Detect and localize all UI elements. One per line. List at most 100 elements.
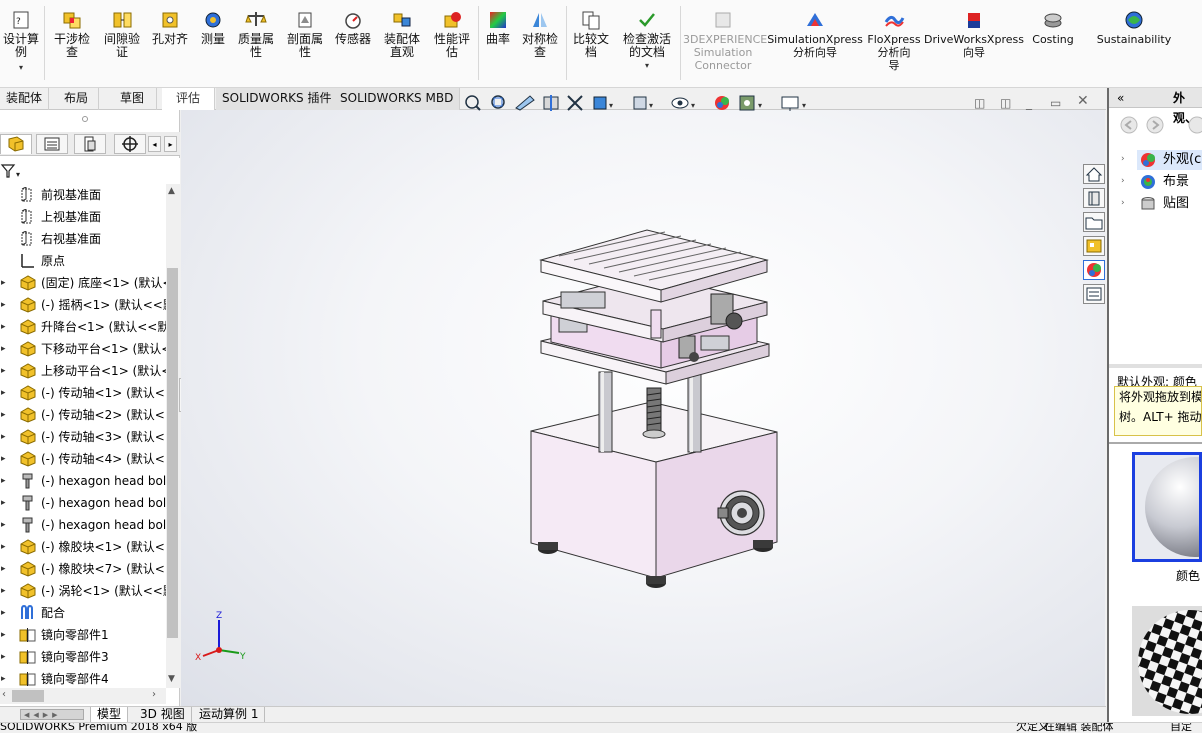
tab-property-manager[interactable] <box>36 134 68 154</box>
scroll-left-arrow-icon[interactable]: ‹ <box>2 689 6 700</box>
tab-feature-tree[interactable] <box>0 134 32 154</box>
tab-configuration-manager[interactable] <box>74 134 106 154</box>
tree-item[interactable]: 原点 <box>0 250 166 272</box>
tree-item[interactable]: ▸ (-) 传动轴<4> (默认<< <box>0 448 166 470</box>
custom-properties-tab[interactable] <box>1083 284 1105 304</box>
hide-show-items-icon[interactable]: ▾ <box>671 97 695 110</box>
section-properties-button[interactable]: 剖面属 性 <box>282 10 328 59</box>
back-nav-icon[interactable] <box>1120 116 1138 134</box>
expand-arrow-icon[interactable]: ▸ <box>1 470 11 492</box>
tree-item[interactable]: 前视基准面 <box>0 184 166 206</box>
tree-item[interactable]: ▸ (-) 传动轴<3> (默认<< <box>0 426 166 448</box>
tree-item[interactable]: ▸ (-) 橡胶块<7> (默认<< <box>0 558 166 580</box>
tree-item[interactable]: ▸ 镜向零部件3 <box>0 646 166 668</box>
tree-item[interactable]: 右视基准面 <box>0 228 166 250</box>
tab-navigation-arrows[interactable]: ◀◀▶▶ <box>20 709 84 720</box>
design-study-button[interactable]: ? 设计算 例 ▾ <box>0 10 42 74</box>
tree-item[interactable]: ▸ (-) hexagon head bolt <box>0 470 166 492</box>
tab-solidworks-addins[interactable]: SOLIDWORKS 插件 <box>216 88 339 110</box>
previous-view-icon[interactable] <box>515 95 535 111</box>
performance-evaluation-button[interactable]: 性能评 估 <box>428 10 476 59</box>
tree-item[interactable]: ▸ (-) hexagon head bolt <box>0 492 166 514</box>
hole-alignment-button[interactable]: 孔对齐 <box>148 10 192 46</box>
solidworks-resources-tab[interactable] <box>1083 164 1105 184</box>
measure-button[interactable]: 测量 <box>194 10 232 46</box>
pane-splitter[interactable] <box>1109 364 1202 368</box>
collapse-pane-icon[interactable]: « <box>1117 88 1124 108</box>
tab-sketch[interactable]: 草图 <box>108 88 158 110</box>
expand-arrow-icon[interactable]: ▸ <box>1 448 11 470</box>
curvature-button[interactable]: 曲率 <box>481 10 515 46</box>
design-library-tab[interactable] <box>1083 188 1105 208</box>
tree-item-decals[interactable]: 贴图 <box>1163 194 1189 214</box>
filter-icon[interactable]: ▾ <box>0 162 24 182</box>
view-settings-icon[interactable]: ▾ <box>781 96 806 111</box>
driveworksxpress-button[interactable]: DriveWorksXpress 向导 <box>924 10 1024 59</box>
expand-arrow-icon[interactable]: ▸ <box>1 514 11 536</box>
status-custom-units[interactable]: 自定 <box>1170 723 1192 733</box>
expand-arrow-icon[interactable]: › <box>1121 154 1125 164</box>
panel-grip-icon[interactable] <box>82 116 88 122</box>
expand-arrow-icon[interactable]: ▸ <box>1 492 11 514</box>
expand-arrow-icon[interactable]: › <box>1121 176 1125 186</box>
assemblyxpert-button[interactable]: 装配体 直观 <box>378 10 426 59</box>
display-style-icon[interactable]: ▾ <box>633 96 653 110</box>
tree-item[interactable]: ▸ (-) 传动轴<2> (默认<< <box>0 404 166 426</box>
assembly-model[interactable]: Z Y X <box>181 110 1105 706</box>
expand-arrow-icon[interactable]: ▸ <box>1 580 11 602</box>
maximize-document-icon[interactable]: ▭ <box>1050 96 1061 110</box>
expand-arrow-icon[interactable]: ▸ <box>1 624 11 646</box>
checker-swatch[interactable] <box>1132 606 1202 716</box>
view-orientation-icon[interactable]: ▾ <box>593 96 613 110</box>
tree-item[interactable]: ▸ 镜向零部件1 <box>0 624 166 646</box>
tree-item-scenes[interactable]: 布景 <box>1163 172 1189 192</box>
mass-properties-button[interactable]: 质量属 性 <box>232 10 280 59</box>
tree-item[interactable]: ▸ 镜向零部件4 <box>0 668 166 688</box>
tree-vertical-scroll-thumb[interactable] <box>167 268 178 638</box>
expand-arrow-icon[interactable]: ▸ <box>1 338 11 360</box>
tree-horizontal-scroll-thumb[interactable] <box>12 690 44 702</box>
expand-arrow-icon[interactable]: ▸ <box>1 668 11 688</box>
tree-item[interactable]: ▸ (-) 摇柄<1> (默认<<默 <box>0 294 166 316</box>
interference-check-button[interactable]: 干涉检 查 <box>48 10 96 59</box>
check-active-document-button[interactable]: 检查激活 的文档 ▾ <box>616 10 678 72</box>
restore-viewport-right-icon[interactable]: ◫ <box>1000 96 1011 110</box>
graphics-area[interactable]: Z Y X <box>181 110 1105 706</box>
tree-item[interactable]: ▸ (-) 橡胶块<1> (默认<< <box>0 536 166 558</box>
minimize-document-icon[interactable]: _ <box>1026 96 1032 110</box>
floxpress-button[interactable]: FloXpress 分析向 导 <box>864 10 924 72</box>
expand-arrow-icon[interactable]: › <box>1121 198 1125 208</box>
sustainability-button[interactable]: Sustainability <box>1092 10 1176 46</box>
expand-arrow-icon[interactable]: ▸ <box>1 536 11 558</box>
apply-scene-icon[interactable]: ▾ <box>739 95 762 111</box>
symmetry-check-button[interactable]: 对称检 查 <box>516 10 564 59</box>
tab-motion-study-1[interactable]: 运动算例 1 <box>193 707 266 723</box>
tab-assembly[interactable]: 装配体 <box>0 88 50 110</box>
scroll-down-arrow-icon[interactable]: ▼ <box>168 674 175 684</box>
compare-documents-button[interactable]: 比较文 档 <box>569 10 613 59</box>
tree-item[interactable]: ▸ 下移动平台<1> (默认<< <box>0 338 166 360</box>
expand-arrow-icon[interactable]: ▸ <box>1 382 11 404</box>
tab-3d-views[interactable]: 3D 视图 <box>134 707 192 723</box>
tree-item[interactable]: 上视基准面 <box>0 206 166 228</box>
tab-dimxpert-manager[interactable] <box>114 134 146 154</box>
close-document-icon[interactable]: ✕ <box>1077 93 1089 109</box>
section-view-icon[interactable] <box>543 95 559 111</box>
edit-appearance-icon[interactable] <box>715 96 729 110</box>
tab-evaluate[interactable]: 评估 <box>162 88 216 110</box>
tree-item[interactable]: ▸ 升降台<1> (默认<<默认 <box>0 316 166 338</box>
tab-model[interactable]: 模型 <box>90 707 129 723</box>
tree-item[interactable]: ▸ 配合 <box>0 602 166 624</box>
dynamic-annotation-icon[interactable] <box>567 95 583 111</box>
expand-arrow-icon[interactable]: ▸ <box>1 404 11 426</box>
restore-viewport-left-icon[interactable]: ◫ <box>974 96 985 110</box>
clearance-verification-button[interactable]: 间隙验 证 <box>98 10 146 59</box>
appearance-home-icon[interactable] <box>1188 116 1202 134</box>
expand-arrow-icon[interactable]: ▸ <box>1 272 11 294</box>
tree-item[interactable]: ▸ (固定) 底座<1> (默认<<默 <box>0 272 166 294</box>
tab-solidworks-mbd[interactable]: SOLIDWORKS MBD <box>334 88 461 110</box>
tree-item[interactable]: ▸ (-) hexagon head bolt <box>0 514 166 536</box>
tab-layout[interactable]: 布局 <box>54 88 100 110</box>
costing-button[interactable]: Costing <box>1026 10 1080 46</box>
scroll-right-arrow-icon[interactable]: › <box>152 689 156 700</box>
